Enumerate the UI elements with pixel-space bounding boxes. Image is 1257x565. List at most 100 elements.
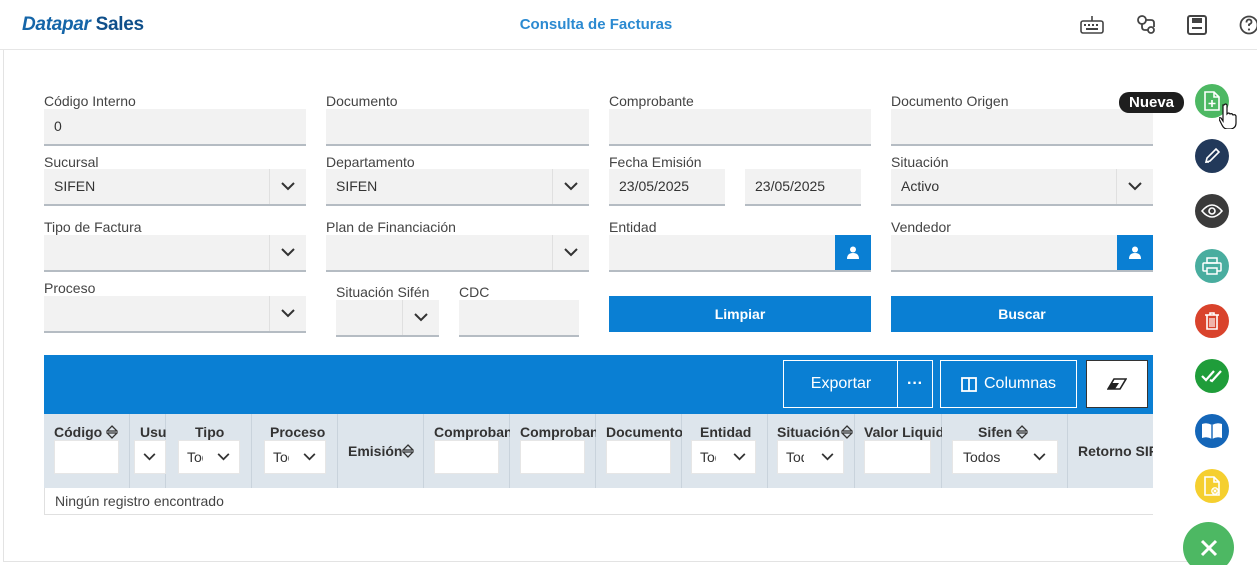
eraser-icon [1107,378,1127,390]
sort-icon[interactable] [402,444,414,458]
usuario-filter-select[interactable] [134,440,166,474]
book-icon [1202,423,1222,439]
chevron-down-icon[interactable] [269,296,306,331]
comprobante-2-filter-input[interactable] [520,440,585,474]
cdc-input[interactable] [459,300,579,337]
comprobante-1-filter-input[interactable] [434,440,499,474]
nueva-tooltip: Nueva [1119,92,1185,113]
entidad-filter-select[interactable]: Todos [691,440,756,474]
chevron-down-icon[interactable] [207,441,239,473]
proceso-label: Proceso [44,280,96,296]
save-icon[interactable] [1184,13,1210,37]
tipo-factura-select[interactable] [44,235,306,272]
proceso-filter-select[interactable]: Todos [264,440,326,474]
codigo-interno-input[interactable]: 0 [44,109,306,146]
sucursal-label: Sucursal [44,154,99,170]
keyboard-icon[interactable] [1079,13,1105,37]
plan-financiacion-select[interactable] [326,235,589,272]
chevron-down-icon[interactable] [1116,169,1153,204]
sort-icon[interactable] [1016,425,1028,439]
tipo-filter-select[interactable]: Todos [178,440,240,474]
chevron-down-icon[interactable] [723,441,755,473]
buscar-button[interactable]: Buscar [891,296,1153,332]
sort-icon[interactable] [106,425,118,439]
fecha-emision-to-input[interactable]: 23/05/2025 [745,169,861,206]
sucursal-select[interactable]: SIFEN [44,169,306,206]
clear-filters-button[interactable] [1086,360,1148,408]
column-codigo[interactable]: Código [44,414,130,488]
column-documento[interactable]: Documento [596,414,682,488]
column-usuario[interactable]: Usua [130,414,166,488]
delete-button[interactable] [1195,304,1229,338]
book-button[interactable] [1195,414,1229,448]
column-sifen[interactable]: Sifen Todos [942,414,1068,488]
entidad-label: Entidad [609,219,657,235]
entidad-input[interactable] [609,235,871,272]
grid-empty-message: Ningún registro encontrado [44,488,1153,515]
more-options-button[interactable]: ··· [897,360,933,408]
column-situacion[interactable]: Situación Todos [768,414,855,488]
print-button[interactable] [1195,249,1229,283]
close-actions-button[interactable] [1183,522,1234,565]
approve-button[interactable] [1195,359,1229,393]
close-icon [1200,539,1217,556]
user-picker-icon[interactable] [1117,235,1153,270]
column-valor-liquido[interactable]: Valor Liquido [855,414,942,488]
column-comprobante-1[interactable]: Comprobante [424,414,510,488]
help-icon[interactable] [1236,13,1257,37]
view-button[interactable] [1195,194,1229,228]
fecha-emision-from-input[interactable]: 23/05/2025 [609,169,725,206]
exportar-button[interactable]: Exportar [783,360,899,408]
plan-financiacion-label: Plan de Financiación [326,219,456,235]
delete-icon [1205,312,1219,330]
chevron-down-icon[interactable] [269,235,306,270]
situacion-sifen-select[interactable] [336,300,439,337]
columns-icon [961,376,977,392]
edit-button[interactable] [1195,139,1229,173]
route-icon[interactable] [1133,13,1159,37]
column-entidad[interactable]: Entidad Todos [682,414,768,488]
documento-filter-input[interactable] [606,440,671,474]
chevron-down-icon[interactable] [269,169,306,204]
situacion-filter-select[interactable]: Todos [777,440,844,474]
chevron-down-icon[interactable] [293,441,325,473]
codigo-interno-label: Código Interno [44,93,136,109]
tipo-factura-label: Tipo de Factura [44,219,142,235]
proceso-select[interactable] [44,296,306,333]
documento-origen-input[interactable] [891,109,1153,146]
chevron-down-icon[interactable] [552,235,589,270]
chevron-down-icon[interactable] [1021,441,1057,473]
chevron-down-icon[interactable] [402,300,439,335]
chevron-down-icon[interactable] [135,441,165,473]
sifen-filter-select[interactable]: Todos [952,440,1058,474]
documento-input[interactable] [326,109,589,146]
cancel-document-button[interactable] [1195,469,1229,503]
codigo-filter-input[interactable] [54,440,119,474]
vendedor-input[interactable] [891,235,1153,272]
column-proceso[interactable]: Proceso Todos [252,414,338,488]
departamento-select[interactable]: SIFEN [326,169,589,206]
column-retorno-sifen[interactable]: Retorno SIFEN [1068,414,1153,488]
approve-icon [1201,370,1222,383]
column-emision[interactable]: Emisión [338,414,424,488]
columnas-button[interactable]: Columnas [940,360,1077,408]
chevron-down-icon[interactable] [552,169,589,204]
cdc-label: CDC [459,284,490,300]
user-picker-icon[interactable] [835,235,871,270]
situacion-sifen-label: Situación Sifén [336,284,430,300]
sort-icon[interactable] [841,425,853,439]
chevron-down-icon[interactable] [811,441,843,473]
documento-label: Documento [326,93,398,109]
limpiar-button[interactable]: Limpiar [609,296,871,332]
column-tipo[interactable]: Tipo Todos [166,414,252,488]
edit-icon [1204,147,1221,164]
situacion-select[interactable]: Activo [891,169,1153,206]
valor-liquido-filter-input[interactable] [864,440,931,474]
comprobante-label: Comprobante [609,93,694,109]
comprobante-input[interactable] [609,109,871,146]
documento-origen-label: Documento Origen [891,93,1009,109]
page-title: Consulta de Facturas [519,16,673,33]
departamento-label: Departamento [326,154,415,170]
fecha-emision-label: Fecha Emisión [609,154,702,170]
column-comprobante-2[interactable]: Comprobante [510,414,596,488]
